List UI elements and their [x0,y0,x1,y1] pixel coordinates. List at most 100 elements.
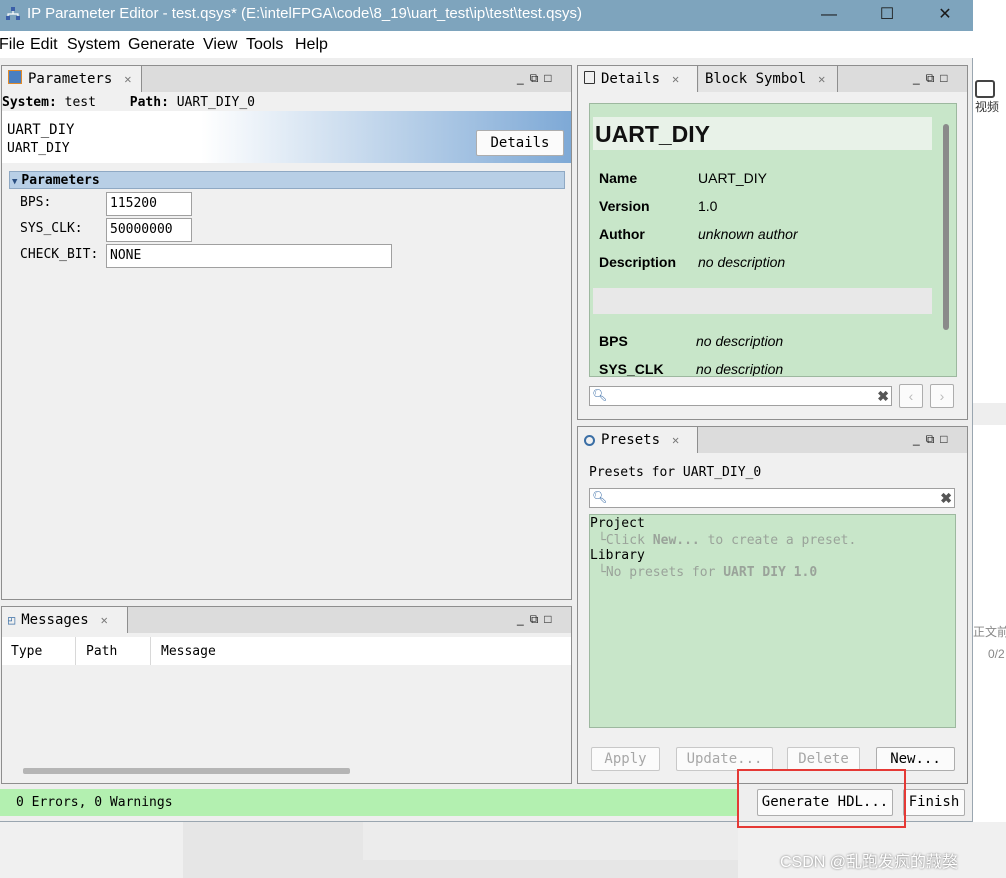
messages-tabstrip: ◰ Messages ✕ _⧉□ [2,607,571,633]
tab-presets[interactable]: Presets ✕ [578,427,698,453]
menu-tools[interactable]: Tools [246,36,283,54]
presets-pane: Presets ✕ _⧉□ Presets for UART_DIY_0 🔍︎ ✖… [577,426,968,784]
tab-parameters[interactable]: Parameters ✕ [2,66,142,92]
column-message[interactable]: Message [161,644,216,659]
vertical-scrollbar[interactable] [943,124,949,330]
maximize-pane-icon: □ [940,71,954,85]
close-tab-icon[interactable]: ✕ [672,72,679,86]
presets-header: Presets for UART_DIY_0 [589,465,762,480]
menu-file[interactable]: File [0,36,25,54]
component-header: UART_DIY UART_DIY Details [2,111,571,163]
details-view: UART_DIY Name UART_DIY Version 1.0 Autho… [589,103,957,377]
collapse-icon: ▼ [12,177,18,187]
ip-parameter-editor-window: IP Parameter Editor - test.qsys* (E:\int… [0,0,973,822]
column-path[interactable]: Path [86,644,117,659]
tab-messages[interactable]: ◰ Messages ✕ [2,607,128,633]
check-bit-select[interactable]: NONE [106,244,392,268]
pane-controls[interactable]: _⧉□ [913,71,954,86]
details-icon [584,71,595,84]
chevron-left-icon[interactable]: ‹ [899,384,923,408]
tab-block-symbol[interactable]: Block Symbol ✕ [699,66,838,92]
path-value: UART_DIY_0 [176,95,256,110]
parameters-tabstrip: Parameters ✕ _⧉□ [2,66,571,92]
clear-icon[interactable]: ✖ [940,487,952,509]
details-button[interactable]: Details [476,130,564,156]
bps-input[interactable]: 115200 [106,192,192,216]
title-bar: IP Parameter Editor - test.qsys* (E:\int… [0,0,973,31]
close-button[interactable]: ✕ [916,0,974,31]
system-path-line: System: test Path: UART_DIY_0 [2,95,256,110]
component-name: UART_DIY [7,122,75,138]
menu-view[interactable]: View [203,36,237,54]
chevron-right-icon[interactable]: › [930,384,954,408]
side-text-count: 0/2 [988,647,1005,661]
param-label-check-bit: CHECK_BIT: [20,247,99,262]
presets-icon [584,435,595,446]
minimize-button[interactable]: — [800,0,858,31]
status-bar: 0 Errors, 0 Warnings [0,789,737,816]
close-tab-icon[interactable]: ✕ [818,72,825,86]
menu-bar: File Edit System Generate View Tools Hel… [0,31,973,58]
close-tab-icon[interactable]: ✕ [672,433,679,447]
parameters-icon [8,70,22,84]
messages-table-header: Type Path Message [2,637,571,665]
menu-system[interactable]: System [67,36,120,54]
tree-library[interactable]: Library [590,548,645,563]
menu-generate[interactable]: Generate [128,36,195,54]
window-title: IP Parameter Editor - test.qsys* (E:\int… [27,5,582,22]
close-tab-icon[interactable]: ✕ [101,613,108,627]
messages-pane: ◰ Messages ✕ _⧉□ Type Path Message [1,606,572,784]
side-text-main: 正文前 [973,625,1006,639]
param-label-bps: BPS: [20,195,52,210]
details-pane: Details ✕ Block Symbol ✕ _⧉□ UART_DIY Name… [577,65,968,420]
details-search-input[interactable]: 🔍︎ ✖ [589,386,892,406]
maximize-pane-icon: □ [544,71,558,85]
presets-tree: Project └Click New... to create a preset… [589,514,956,728]
search-icon: 🔍︎ [592,490,608,504]
video-icon [975,80,995,98]
tree-project-hint: └Click New... to create a preset. [598,533,857,548]
finish-button[interactable]: Finish [903,789,965,816]
apply-button[interactable]: Apply [591,747,660,771]
clear-icon[interactable]: ✖ [877,385,889,407]
watermark: CSDN @乱跑发疯的藏獒 [780,854,959,871]
pane-controls[interactable]: _⧉□ [517,71,558,86]
background-shape [363,822,738,860]
parameters-section-header[interactable]: ▼ Parameters [9,171,565,189]
pane-controls[interactable]: _⧉□ [517,612,558,627]
tab-details[interactable]: Details ✕ [578,66,698,92]
new-preset-button[interactable]: New... [876,747,955,771]
presets-search-input[interactable]: 🔍︎ ✖ [589,488,955,508]
close-tab-icon[interactable]: ✕ [124,72,131,86]
background-band [973,403,1006,425]
details-tabstrip: Details ✕ Block Symbol ✕ _⧉□ [578,66,967,92]
details-heading: UART_DIY [595,121,711,147]
presets-tabstrip: Presets ✕ _⧉□ [578,427,967,453]
parameters-pane: Parameters ✕ _⧉□ System: test Path: UART_… [1,65,572,600]
component-subname: UART_DIY [7,141,70,156]
restore-icon: ⧉ [925,71,941,85]
messages-icon: ◰ [8,613,16,627]
column-type[interactable]: Type [11,644,42,659]
highlight-annotation [737,769,906,828]
restore-icon: ⧉ [925,432,941,446]
maximize-pane-icon: □ [940,432,954,446]
qsys-app-icon [6,7,20,20]
param-label-sys-clk: SYS_CLK: [20,221,83,236]
background-page [973,0,1006,878]
search-icon: 🔍︎ [592,388,608,402]
maximize-button[interactable]: ☐ [858,0,916,31]
side-text-video: 视频 [975,100,1000,114]
menu-edit[interactable]: Edit [30,36,58,54]
horizontal-scrollbar[interactable] [23,768,350,774]
tree-library-hint: └No presets for UART DIY 1.0 [598,565,818,580]
menu-help[interactable]: Help [295,36,328,54]
tree-project[interactable]: Project [590,516,645,531]
pane-controls[interactable]: _⧉□ [913,432,954,447]
delete-button[interactable]: Delete [787,747,860,771]
restore-icon: ⧉ [529,612,545,626]
maximize-pane-icon: □ [544,612,558,626]
update-button[interactable]: Update... [676,747,773,771]
sys-clk-input[interactable]: 50000000 [106,218,192,242]
system-value: test [64,95,96,110]
